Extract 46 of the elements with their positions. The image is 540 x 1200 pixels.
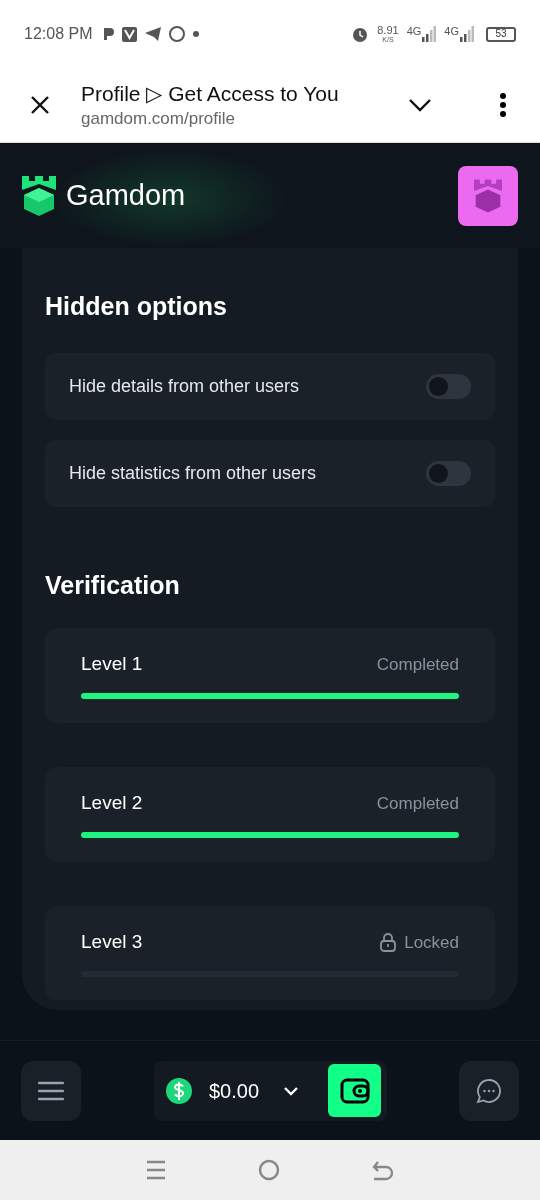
app-notification-icon (104, 27, 115, 41)
send-icon (145, 27, 162, 41)
chevron-down-icon[interactable] (283, 1085, 300, 1096)
alarm-icon (351, 25, 370, 43)
section-title: Verification (45, 569, 181, 601)
app-notification-icon (122, 26, 138, 42)
page-url: gamdom.com/profile (81, 107, 236, 129)
toggle-switch[interactable] (426, 373, 471, 399)
battery-icon: 53 (486, 26, 516, 42)
toggle-switch[interactable] (426, 460, 471, 486)
level-name: Level 1 (81, 652, 143, 676)
network-type: 4G (444, 26, 459, 37)
lock-icon (380, 932, 397, 952)
section-title: Hidden options (45, 291, 228, 322)
chevron-down-icon[interactable] (408, 98, 432, 112)
level-status: Locked (404, 931, 459, 954)
dot-icon (193, 31, 200, 37)
level-status: Completed (376, 653, 459, 676)
home-icon[interactable] (258, 1159, 280, 1181)
signal-icon (422, 26, 437, 42)
logo-icon (22, 175, 56, 216)
level-name: Level 3 (81, 930, 143, 954)
wallet-button[interactable] (328, 1064, 381, 1117)
network-speed: 8.91 (377, 25, 399, 36)
chat-button[interactable] (459, 1060, 519, 1121)
more-icon[interactable] (500, 93, 506, 117)
menu-button[interactable] (21, 1060, 81, 1121)
avatar-button[interactable] (458, 165, 518, 226)
balance-amount: $0.00 (209, 1078, 260, 1104)
network-type: 4G (406, 26, 422, 37)
option-label: Hide details from other users (69, 374, 300, 398)
status-time: 12:08 PM (24, 24, 93, 44)
page-title: Profile ▷ Get Access to You (81, 81, 340, 108)
menu-icon (38, 1080, 64, 1101)
dollar-icon (166, 1077, 192, 1104)
level-name: Level 2 (81, 791, 143, 815)
recent-apps-icon[interactable] (146, 1160, 166, 1180)
castle-icon (474, 178, 502, 213)
level-status: Completed (376, 792, 459, 815)
chat-icon (476, 1077, 502, 1104)
close-icon[interactable] (30, 95, 50, 115)
signal-icon (460, 26, 474, 42)
option-label: Hide statistics from other users (69, 461, 317, 485)
logo-text: Gamdom (66, 177, 186, 213)
back-icon[interactable] (372, 1159, 394, 1181)
balance-panel[interactable]: $0.00 (154, 1060, 387, 1121)
